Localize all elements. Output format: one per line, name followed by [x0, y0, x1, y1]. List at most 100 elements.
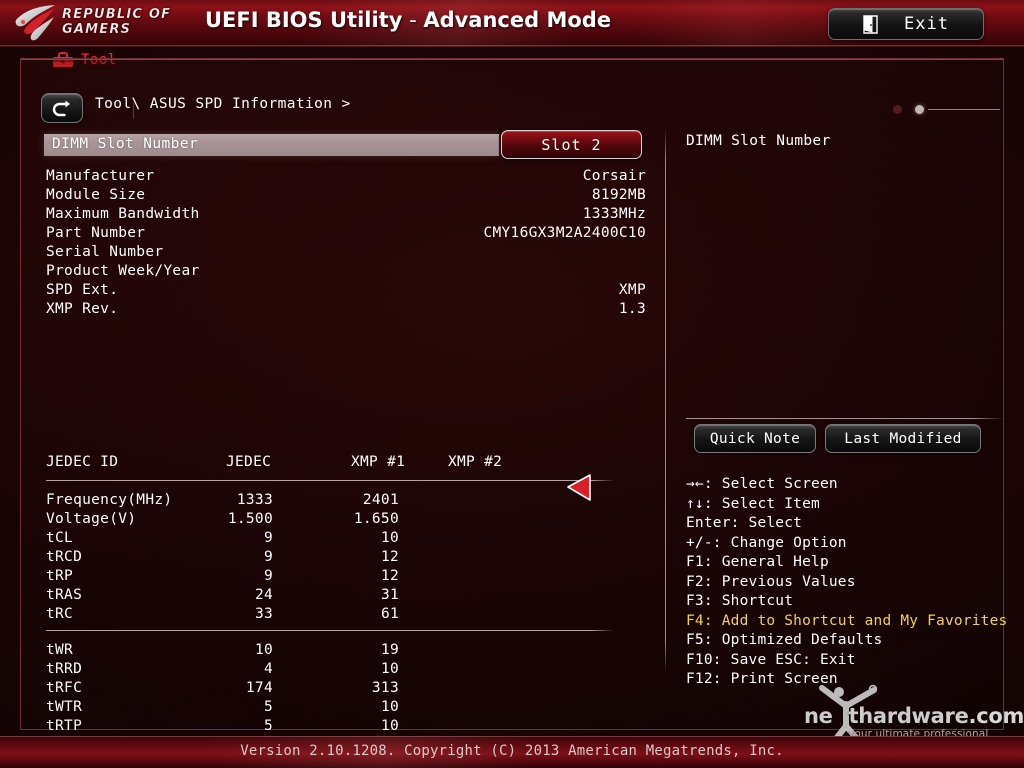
- list-item[interactable]: Manufacturer Corsair: [46, 168, 646, 187]
- page-title: UEFI BIOS Utility - Advanced Mode: [205, 8, 611, 32]
- column-header-jedec: JEDEC: [226, 454, 272, 470]
- legend-item: ↑↓: Select Item: [686, 495, 820, 512]
- spd-content-panel: DIMM Slot Number Slot 2 Manufacturer Cor…: [41, 130, 661, 768]
- last-modified-button[interactable]: Last Modified: [825, 424, 981, 453]
- rog-brand-line1: REPUBLIC OF: [62, 7, 172, 22]
- keyboard-legend: →←: Select Screen ↑↓: Select Item Enter:…: [686, 475, 1008, 690]
- timing-name: tRFC: [46, 680, 83, 696]
- column-header-xmp1: XMP #1: [351, 454, 406, 470]
- table-row: tRTP 5 10: [46, 718, 646, 737]
- list-item[interactable]: XMP Rev. 1.3: [46, 301, 646, 320]
- timing-jedec: 5: [263, 718, 273, 734]
- info-key: XMP Rev.: [46, 301, 119, 317]
- legend-item: F2: Previous Values: [686, 573, 856, 590]
- timing-xmp1: 2401: [362, 492, 399, 508]
- timing-name: tRTP: [46, 718, 83, 734]
- info-key: Maximum Bandwidth: [46, 206, 200, 222]
- timing-name: Frequency(MHz): [46, 492, 173, 508]
- table-row: tWR 10 19: [46, 642, 646, 661]
- timing-name: Voltage(V): [46, 511, 137, 527]
- timing-xmp1: 10: [380, 718, 399, 734]
- timing-name: tRCD: [46, 549, 83, 565]
- version-text: Version 2.10.1208. Copyright (C) 2013 Am…: [240, 743, 784, 759]
- exit-button[interactable]: Exit: [828, 8, 984, 40]
- timing-xmp1: 61: [380, 606, 399, 622]
- rog-eye-logo-icon: [15, 5, 55, 41]
- table-row: tCL 9 10: [46, 530, 646, 549]
- exit-button-label: Exit: [904, 14, 949, 34]
- timing-name: tRC: [46, 606, 74, 622]
- info-key: Manufacturer: [46, 168, 155, 184]
- app-title-mode: Advanced Mode: [423, 8, 612, 32]
- quick-note-button[interactable]: Quick Note: [694, 424, 816, 453]
- timing-name: tRRD: [46, 661, 83, 677]
- legend-item: Enter: Select: [686, 515, 803, 531]
- timing-xmp1: 19: [380, 642, 399, 658]
- app-title-dash: -: [402, 8, 424, 32]
- watermark-title: neXthardware.com: [804, 704, 1024, 728]
- help-panel-title: DIMM Slot Number: [686, 133, 831, 149]
- table-separator-top: [46, 480, 614, 481]
- info-value: 1.3: [618, 301, 646, 317]
- timing-jedec: 1333: [236, 492, 273, 508]
- footer-bar: Version 2.10.1208. Copyright (C) 2013 Am…: [0, 736, 1024, 768]
- timing-jedec: 33: [254, 606, 273, 622]
- info-value: Corsair: [582, 168, 646, 184]
- table-row: tRRD 4 10: [46, 661, 646, 680]
- list-item[interactable]: Maximum Bandwidth 1333MHz: [46, 206, 646, 225]
- timing-name: tWR: [46, 642, 74, 658]
- timing-table-header: JEDEC ID JEDEC XMP #1 XMP #2: [46, 454, 646, 473]
- table-row: tWTR 5 10: [46, 699, 646, 718]
- app-title-main: UEFI BIOS Utility: [205, 8, 403, 32]
- mouse-pointer-icon: [567, 474, 591, 501]
- timing-jedec: 9: [263, 568, 273, 584]
- timing-xmp1: 12: [380, 568, 399, 584]
- selected-row-highlight[interactable]: DIMM Slot Number: [44, 134, 499, 156]
- spd-info-list: Manufacturer Corsair Module Size 8192MB …: [46, 168, 646, 320]
- back-arrow-icon: [52, 100, 70, 117]
- table-row: tRP 9 12: [46, 568, 646, 587]
- info-value: 1333MHz: [582, 206, 646, 222]
- timing-jedec: 10: [254, 642, 273, 658]
- list-item[interactable]: Part Number CMY16GX3M2A2400C10: [46, 225, 646, 244]
- timings-primary-table: Frequency(MHz) 1333 2401 Voltage(V) 1.50…: [46, 492, 646, 625]
- dimm-slot-number-value: Slot 2: [541, 135, 602, 154]
- info-key: SPD Ext.: [46, 282, 119, 298]
- table-row: Voltage(V) 1.500 1.650: [46, 511, 646, 530]
- timing-xmp1: 10: [380, 661, 399, 677]
- watermark-title-a: ne: [804, 704, 833, 728]
- footer-top-rule: [0, 736, 1024, 737]
- dimm-slot-number-label: DIMM Slot Number: [52, 136, 199, 152]
- timing-xmp1: 10: [380, 530, 399, 546]
- dimm-slot-number-dropdown[interactable]: Slot 2: [501, 130, 642, 159]
- legend-item: +/-: Change Option: [686, 534, 847, 551]
- watermark-title-c: .com: [968, 704, 1024, 728]
- list-item[interactable]: Module Size 8192MB: [46, 187, 646, 206]
- door-exit-icon: [863, 14, 878, 34]
- legend-item: F5: Optimized Defaults: [686, 632, 883, 648]
- list-item[interactable]: Serial Number: [46, 244, 646, 263]
- table-row: Frequency(MHz) 1333 2401: [46, 492, 646, 511]
- frame-top-highlight: [21, 59, 1003, 60]
- table-separator-bottom: [46, 630, 614, 631]
- column-header-xmp2: XMP #2: [448, 454, 503, 470]
- table-row: tRFC 174 313: [46, 680, 646, 699]
- back-button[interactable]: [41, 93, 83, 123]
- legend-item: →←: Select Screen: [686, 476, 838, 492]
- timing-name: tRP: [46, 568, 74, 584]
- timing-jedec: 9: [263, 549, 273, 565]
- info-value: XMP: [618, 282, 646, 298]
- timing-xmp1: 10: [380, 699, 399, 715]
- timing-jedec: 5: [263, 699, 273, 715]
- legend-item-highlighted: F4: Add to Shortcut and My Favorites: [686, 612, 1008, 629]
- timing-jedec: 1.500: [227, 511, 273, 527]
- watermark-title-b: thardware: [848, 704, 969, 728]
- timing-xmp1: 313: [371, 680, 399, 696]
- legend-item: F10: Save ESC: Exit: [686, 651, 856, 668]
- list-item[interactable]: SPD Ext. XMP: [46, 282, 646, 301]
- list-item[interactable]: Product Week/Year: [46, 263, 646, 282]
- rog-brand-line2: GAMERS: [62, 21, 132, 37]
- help-panel-separator: [686, 418, 1004, 419]
- title-bar: REPUBLIC OF GAMERS UEFI BIOS Utility - A…: [0, 0, 1024, 47]
- help-panel-buttons: Quick Note Last Modified: [694, 424, 994, 453]
